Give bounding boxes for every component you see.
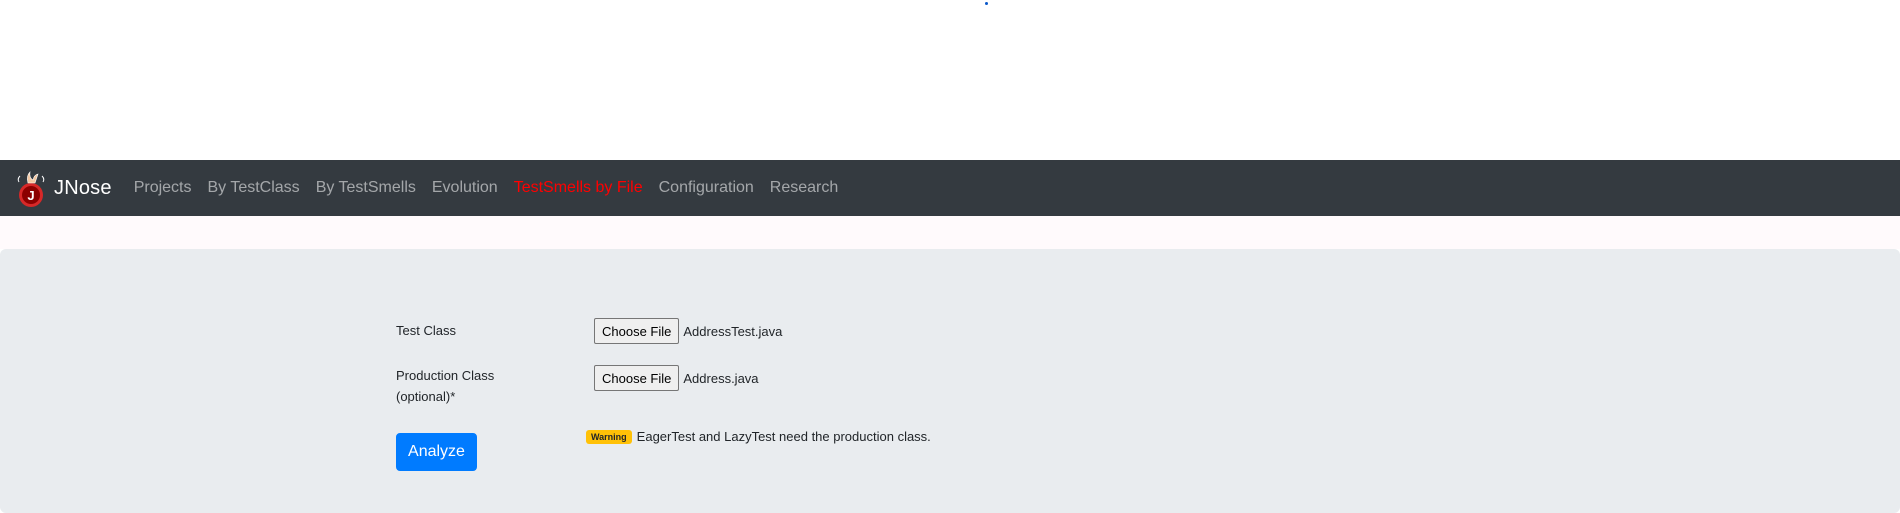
jnose-logo-icon: J bbox=[17, 171, 45, 207]
test-class-row: Test Class Choose File AddressTest.java bbox=[396, 318, 782, 344]
nav-by-testclass[interactable]: By TestClass bbox=[208, 179, 300, 197]
nav-research[interactable]: Research bbox=[770, 179, 838, 197]
test-class-choose-file-button[interactable]: Choose File bbox=[594, 318, 680, 344]
nav-configuration[interactable]: Configuration bbox=[659, 179, 754, 197]
warning-message: Warning EagerTest and LazyTest need the … bbox=[586, 429, 931, 444]
production-class-label: Production Class (optional)* bbox=[396, 368, 495, 404]
nav-evolution[interactable]: Evolution bbox=[432, 179, 498, 197]
spacer bbox=[0, 216, 1900, 249]
production-class-choose-file-button[interactable]: Choose File bbox=[594, 365, 680, 391]
test-class-file-input[interactable]: Choose File AddressTest.java bbox=[594, 318, 782, 344]
test-class-file-name: AddressTest.java bbox=[683, 323, 783, 339]
production-class-file-input[interactable]: Choose File Address.java bbox=[594, 365, 759, 391]
test-class-label: Test Class bbox=[396, 323, 456, 338]
warning-badge: Warning bbox=[586, 429, 632, 444]
production-class-file-name: Address.java bbox=[683, 370, 759, 386]
analyze-button[interactable]: Analyze bbox=[396, 433, 477, 471]
page-top-area bbox=[0, 0, 1900, 160]
main-navbar: J JNose Projects By TestClass By TestSme… bbox=[0, 160, 1900, 216]
nav-by-testsmells[interactable]: By TestSmells bbox=[316, 179, 416, 197]
brand-link[interactable]: J JNose bbox=[14, 168, 112, 208]
production-class-row: Production Class (optional)* Choose File… bbox=[396, 365, 759, 407]
nav-projects[interactable]: Projects bbox=[134, 179, 192, 197]
analysis-panel: Test Class Choose File AddressTest.java … bbox=[0, 249, 1900, 513]
warning-text: EagerTest and LazyTest need the producti… bbox=[636, 429, 931, 444]
nav-testsmells-by-file[interactable]: TestSmells by File bbox=[514, 179, 643, 197]
brand-name: JNose bbox=[54, 176, 112, 199]
loading-indicator bbox=[985, 2, 988, 5]
svg-text:J: J bbox=[27, 188, 34, 203]
